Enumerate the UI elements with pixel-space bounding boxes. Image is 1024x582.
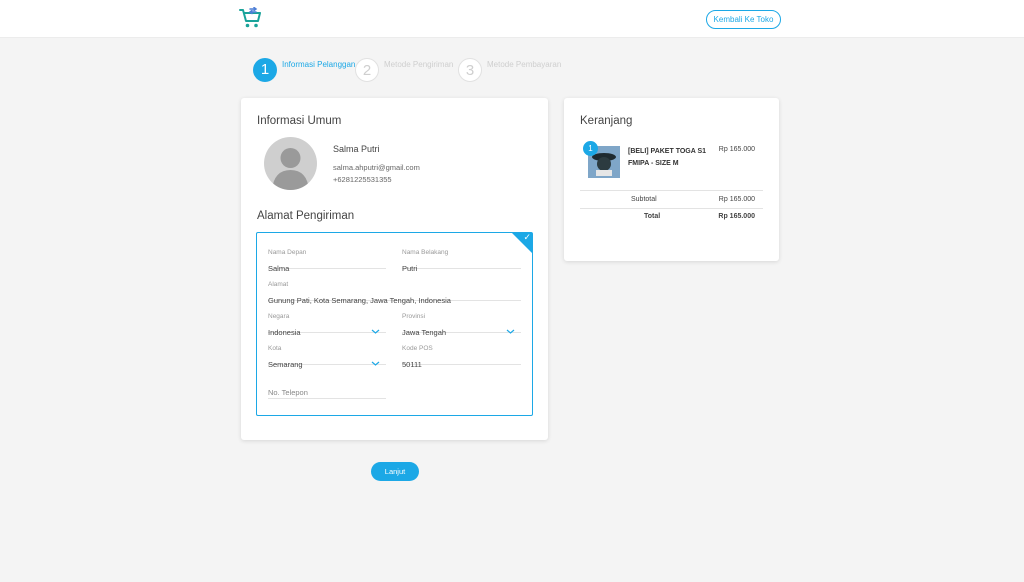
step-number: 2: [355, 58, 379, 82]
next-button[interactable]: Lanjut: [371, 462, 419, 481]
top-bar: Kembali Ke Toko: [0, 0, 1024, 38]
city-label: Kota: [268, 345, 282, 352]
address-label: Alamat: [268, 281, 289, 288]
postal-code-label: Kode POS: [402, 345, 433, 352]
subtotal-label: Subtotal: [631, 196, 657, 203]
avatar: [264, 137, 317, 190]
postal-code-field[interactable]: Kode POS 50111: [402, 335, 521, 369]
shipping-address-title: Alamat Pengiriman: [257, 210, 355, 222]
general-info-title: Informasi Umum: [257, 115, 342, 127]
user-email: salma.ahputri@gmail.com: [333, 163, 420, 172]
step-label: Informasi Pelanggan: [282, 60, 356, 69]
province-select[interactable]: Provinsi Jawa Tengah: [402, 303, 521, 337]
country-select[interactable]: Negara Indonesia: [268, 303, 386, 337]
total-value: Rp 165.000: [718, 213, 755, 220]
phone-placeholder[interactable]: No. Telepon: [268, 388, 308, 397]
step-label: Metode Pengiriman: [384, 60, 454, 69]
city-select[interactable]: Kota Semarang: [268, 335, 386, 369]
user-phone: +6281225531355: [333, 175, 392, 184]
phone-field[interactable]: No. Telepon: [268, 369, 386, 399]
province-label: Provinsi: [402, 313, 426, 320]
cart-arrows-icon[interactable]: [239, 7, 263, 29]
country-label: Negara: [268, 313, 290, 320]
user-silhouette-icon: [272, 148, 309, 190]
last-name-field[interactable]: Nama Belakang Putri: [402, 239, 521, 273]
first-name-field[interactable]: Nama Depan Salma: [268, 239, 386, 273]
check-icon: ✓: [523, 232, 531, 242]
total-label: Total: [644, 213, 661, 220]
last-name-label: Nama Belakang: [402, 249, 449, 256]
step-number: 3: [458, 58, 482, 82]
chevron-down-icon[interactable]: [371, 359, 380, 368]
postal-code-value[interactable]: 50111: [402, 360, 422, 369]
back-to-store-button[interactable]: Kembali Ke Toko: [706, 10, 781, 29]
divider: [580, 190, 763, 191]
cart-title: Keranjang: [580, 115, 633, 127]
user-name: Salma Putri: [333, 144, 380, 154]
subtotal-value: Rp 165.000: [718, 196, 755, 203]
divider: [580, 208, 763, 209]
address-field[interactable]: Alamat Gunung Pati, Kota Semarang, Jawa …: [268, 271, 521, 305]
step-number: 1: [253, 58, 277, 82]
cart-item-name[interactable]: [BELI] PAKET TOGA S1 FMIPA - SIZE M: [628, 146, 708, 170]
shipping-address-box[interactable]: ✓ Nama Depan Salma Nama Belakang Putri A…: [256, 232, 533, 416]
cart-item-price: Rp 165.000: [718, 146, 755, 153]
cart-card: Keranjang 1 [BELI] PAKET TOGA S1 FMIPA -…: [564, 98, 779, 261]
step-label: Metode Pembayaran: [487, 60, 562, 69]
quantity-badge: 1: [583, 141, 598, 156]
city-value[interactable]: Semarang: [268, 360, 303, 369]
first-name-label: Nama Depan: [268, 249, 307, 256]
customer-info-card: Informasi Umum Salma Putri salma.ahputri…: [241, 98, 548, 440]
